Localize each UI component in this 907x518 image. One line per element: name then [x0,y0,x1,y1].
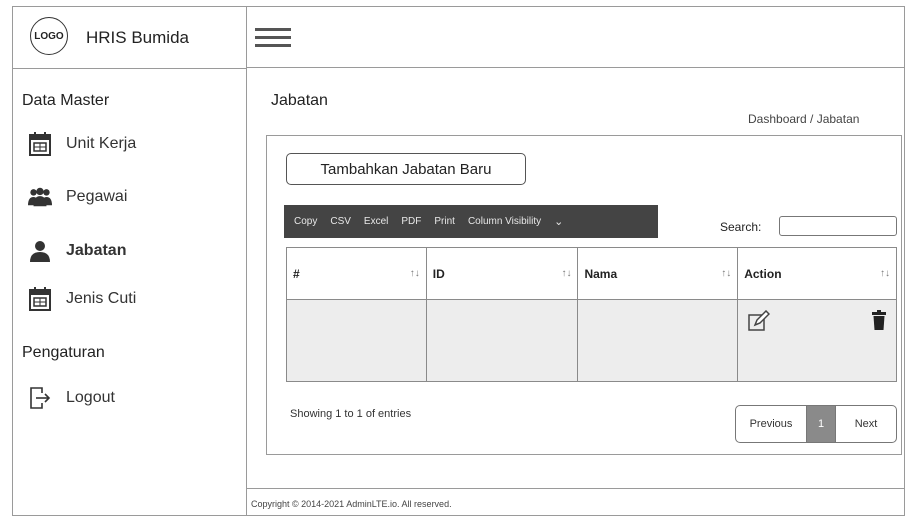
sidebar-section-settings: Pengaturan [22,344,105,361]
sort-icon[interactable]: ↑↓ [410,268,420,279]
topbar [247,6,905,68]
export-toolbar: Copy CSV Excel PDF Print Column Visibili… [284,205,658,238]
table-header-row: # ↑↓ ID ↑↓ Nama ↑↓ Action ↑↓ [286,247,897,300]
csv-button[interactable]: CSV [330,216,351,227]
edit-icon[interactable] [748,309,771,337]
menu-icon[interactable] [255,28,291,48]
page-1-button[interactable]: 1 [807,406,836,442]
brand[interactable]: LOGO HRIS Bumida [12,6,246,69]
user-icon [28,239,52,263]
entries-info: Showing 1 to 1 of entries [290,408,412,420]
sidebar-item-label: Jabatan [66,242,127,259]
add-jabatan-button[interactable]: Tambahkan Jabatan Baru [286,153,526,185]
column-visibility-button[interactable]: Column Visibility [468,216,541,227]
logout-icon [28,386,52,410]
calendar-icon [28,287,52,311]
sidebar-item-logout[interactable]: Logout [28,386,115,410]
sidebar-item-label: Pegawai [66,188,128,205]
footer-text: Copyright © 2014-2021 AdminLTE.io. All r… [251,499,452,509]
footer-divider [247,488,905,489]
previous-button[interactable]: Previous [736,406,807,442]
sidebar-item-jenis-cuti[interactable]: Jenis Cuti [28,287,136,311]
page-title: Jabatan [271,92,328,109]
sidebar-item-label: Jenis Cuti [66,290,137,307]
sidebar-item-unit-kerja[interactable]: Unit Kerja [28,132,136,156]
logo: LOGO [30,17,68,55]
sidebar-item-jabatan[interactable]: Jabatan [28,239,126,263]
next-button[interactable]: Next [836,406,896,442]
sort-icon[interactable]: ↑↓ [880,268,890,279]
excel-button[interactable]: Excel [364,216,388,227]
breadcrumb[interactable]: Dashboard / Jabatan [748,112,859,126]
pagination: Previous 1 Next [735,405,897,443]
print-button[interactable]: Print [434,216,455,227]
cell-action [737,299,897,382]
users-icon [28,185,52,209]
sort-icon[interactable]: ↑↓ [561,268,571,279]
pdf-button[interactable]: PDF [401,216,421,227]
sidebar-item-label: Logout [66,389,115,406]
search-input[interactable] [779,216,897,236]
table-row [286,299,897,382]
column-header-nama[interactable]: Nama ↑↓ [577,247,739,300]
search-label: Search: [720,220,762,234]
cell-nama [577,299,739,382]
cell-id [425,299,579,382]
brand-title: HRIS Bumida [86,28,189,47]
column-header-action[interactable]: Action ↑↓ [737,247,897,300]
jabatan-table: # ↑↓ ID ↑↓ Nama ↑↓ Action ↑↓ [286,247,897,382]
cell-number [286,299,427,382]
sidebar-item-label: Unit Kerja [66,135,137,152]
trash-icon[interactable] [872,310,886,335]
column-header-number[interactable]: # ↑↓ [286,247,427,300]
sidebar-section-master: Data Master [22,92,110,109]
sidebar-item-pegawai[interactable]: Pegawai [28,185,127,209]
calendar-icon [28,132,52,156]
sort-icon[interactable]: ↑↓ [721,268,731,279]
chevron-down-icon[interactable]: ⌄ [554,215,563,228]
column-header-id[interactable]: ID ↑↓ [425,247,579,300]
copy-button[interactable]: Copy [294,216,317,227]
